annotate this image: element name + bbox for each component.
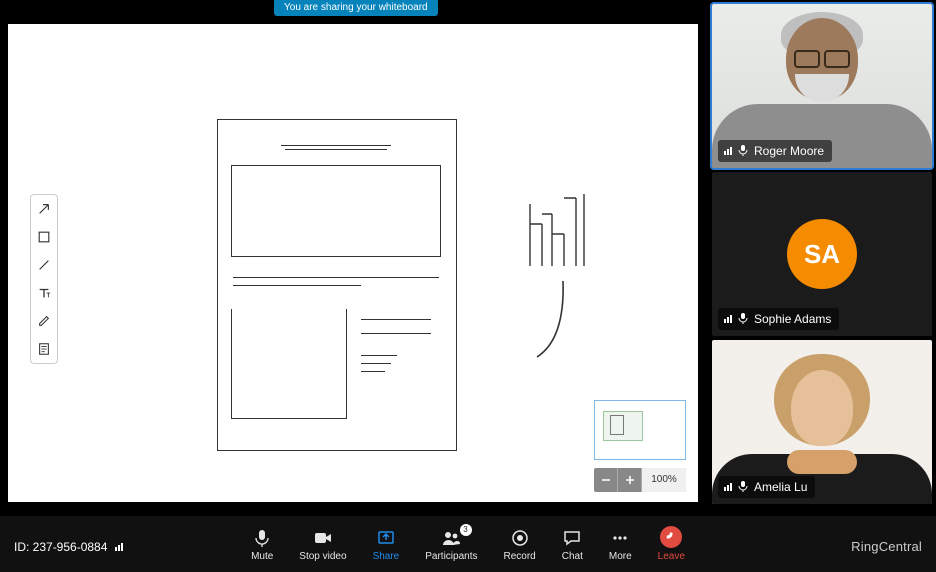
main-area: 100%	[0, 0, 704, 516]
participant-overlay: Amelia Lu	[718, 476, 815, 498]
stop-video-label: Stop video	[299, 551, 346, 562]
zoom-value: 100%	[642, 468, 686, 492]
participants-panel: Roger Moore SA Sophie Adams Amelia Lu	[708, 0, 936, 516]
participant-tile[interactable]: SA Sophie Adams	[712, 172, 932, 336]
text-tool-icon[interactable]	[30, 279, 58, 307]
rectangle-tool-icon[interactable]	[30, 223, 58, 251]
participant-name: Amelia Lu	[754, 480, 807, 494]
avatar-initials: SA	[787, 219, 857, 289]
signal-icon	[724, 483, 732, 491]
zoom-controls: 100%	[594, 468, 686, 492]
brand-logo: RingCentral	[851, 539, 922, 554]
mic-icon	[737, 480, 749, 495]
participant-name: Sophie Adams	[754, 312, 831, 326]
mic-icon	[737, 312, 749, 327]
more-label: More	[609, 551, 632, 562]
participant-name: Roger Moore	[754, 144, 824, 158]
whiteboard-toolbar	[30, 194, 58, 364]
participant-overlay: Roger Moore	[718, 140, 832, 162]
meeting-id-text: ID: 237-956-0884	[14, 540, 107, 554]
mic-icon	[737, 144, 749, 159]
meeting-id: ID: 237-956-0884	[14, 540, 123, 554]
bottom-bar: ID: 237-956-0884 Mute Stop video Share 3…	[0, 516, 936, 572]
record-button[interactable]: Record	[504, 528, 536, 562]
more-button[interactable]: More	[609, 528, 632, 562]
chat-button[interactable]: Chat	[562, 528, 583, 562]
navigator-viewport	[603, 411, 643, 441]
whiteboard-navigator[interactable]	[594, 400, 686, 460]
record-label: Record	[504, 551, 536, 562]
leave-label: Leave	[658, 551, 685, 562]
participant-tile[interactable]: Amelia Lu	[712, 340, 932, 504]
mute-label: Mute	[251, 551, 273, 562]
sketch-document	[217, 119, 457, 451]
whiteboard-canvas[interactable]: 100%	[8, 24, 698, 502]
sharing-banner: You are sharing your whiteboard	[274, 0, 438, 16]
document-tool-icon[interactable]	[30, 335, 58, 363]
mute-button[interactable]: Mute	[251, 528, 273, 562]
leave-button[interactable]: Leave	[658, 526, 685, 562]
participant-tile[interactable]: Roger Moore	[712, 4, 932, 168]
chat-label: Chat	[562, 551, 583, 562]
share-label: Share	[373, 551, 400, 562]
participants-count-badge: 3	[460, 524, 472, 536]
pencil-tool-icon[interactable]	[30, 307, 58, 335]
line-tool-icon[interactable]	[30, 251, 58, 279]
hangup-icon	[660, 526, 682, 548]
signal-icon	[724, 147, 732, 155]
stop-video-button[interactable]: Stop video	[299, 528, 346, 562]
signal-icon	[724, 315, 732, 323]
share-button[interactable]: Share	[373, 528, 400, 562]
call-controls: Mute Stop video Share 3 Participants Rec…	[251, 526, 685, 562]
participants-label: Participants	[425, 551, 477, 562]
app-root: You are sharing your whiteboard	[0, 0, 936, 572]
participants-button[interactable]: 3 Participants	[425, 528, 477, 562]
zoom-in-button[interactable]	[618, 468, 642, 492]
participant-overlay: Sophie Adams	[718, 308, 839, 330]
sketch-curve	[533, 279, 573, 364]
zoom-out-button[interactable]	[594, 468, 618, 492]
sketch-bars	[528, 194, 588, 268]
signal-icon	[115, 543, 123, 551]
sharing-banner-text: You are sharing your whiteboard	[284, 2, 428, 13]
arrow-tool-icon[interactable]	[30, 195, 58, 223]
